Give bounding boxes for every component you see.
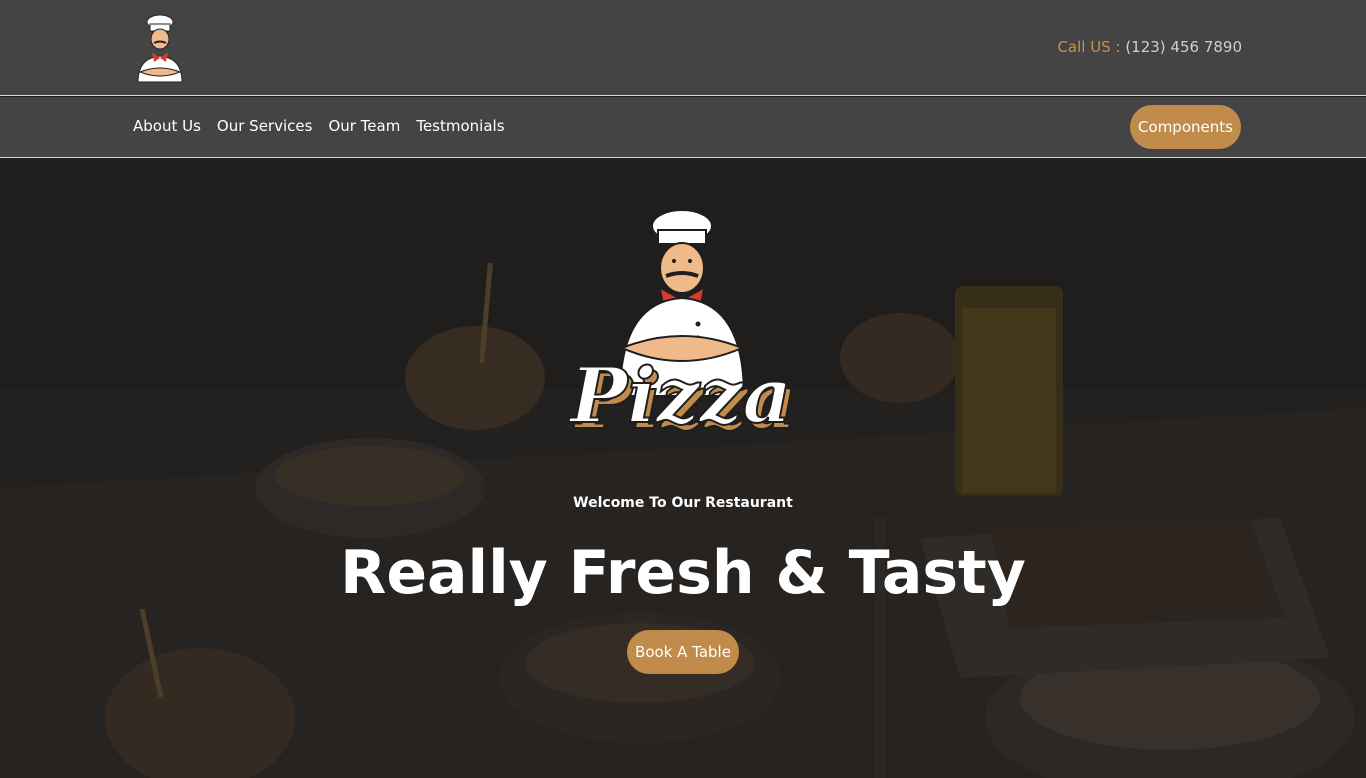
pizza-chef-logo-icon: Pizza Pizza <box>567 209 798 447</box>
book-a-table-button[interactable]: Book A Table <box>627 630 739 674</box>
phone-number[interactable]: (123) 456 7890 <box>1125 38 1242 56</box>
nav-item-testimonials[interactable]: Testmonials <box>416 117 504 135</box>
nav-bar: About Us Our Services Our Team Testmonia… <box>0 97 1366 158</box>
pizza-wordmark: Pizza <box>568 351 792 440</box>
nav-item-our-services[interactable]: Our Services <box>217 117 313 135</box>
call-us: Call US : (123) 456 7890 <box>1057 38 1242 56</box>
main-nav: About Us Our Services Our Team Testmonia… <box>133 117 505 135</box>
call-us-label: Call US : <box>1057 38 1121 56</box>
hero-section: Pizza Pizza Welcome To Our Restaurant Re… <box>0 158 1366 778</box>
components-button[interactable]: Components <box>1130 105 1241 149</box>
hero-headline: Really Fresh & Tasty <box>340 538 1026 608</box>
chef-logo-icon[interactable] <box>128 12 192 84</box>
nav-item-our-team[interactable]: Our Team <box>328 117 400 135</box>
top-bar: Call US : (123) 456 7890 <box>0 0 1366 96</box>
welcome-subtitle: Welcome To Our Restaurant <box>573 495 793 511</box>
nav-item-about-us[interactable]: About Us <box>133 117 201 135</box>
